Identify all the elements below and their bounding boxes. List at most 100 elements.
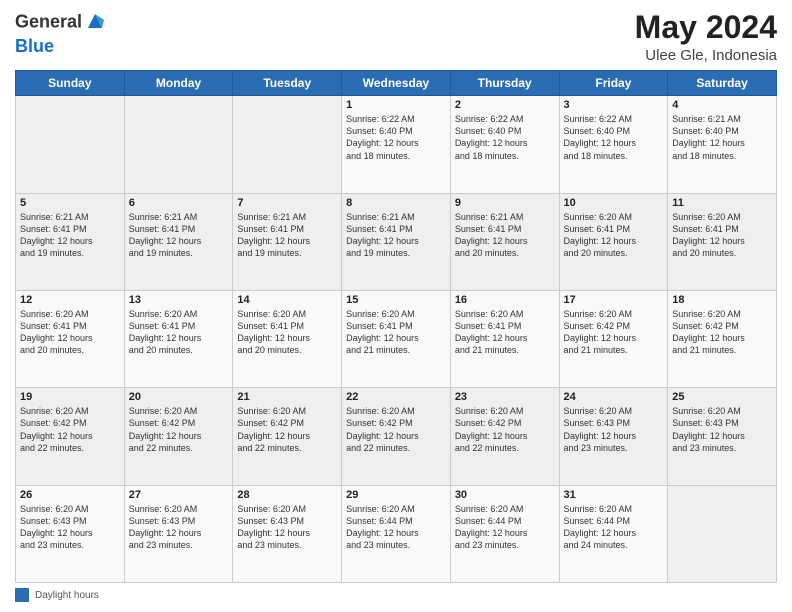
calendar-cell: 1 Sunrise: 6:22 AM Sunset: 6:40 PM Daylig… [342,96,451,193]
day-info: Sunrise: 6:21 AM Sunset: 6:41 PM Dayligh… [346,211,446,260]
day-info: Sunrise: 6:20 AM Sunset: 6:41 PM Dayligh… [129,308,229,357]
day-number: 3 [564,99,664,111]
day-number: 23 [455,391,555,403]
day-number: 1 [346,99,446,111]
day-number: 15 [346,294,446,306]
day-info: Sunrise: 6:20 AM Sunset: 6:42 PM Dayligh… [129,405,229,454]
day-number: 14 [237,294,337,306]
day-info: Sunrise: 6:20 AM Sunset: 6:42 PM Dayligh… [455,405,555,454]
calendar-week-row: 5 Sunrise: 6:21 AM Sunset: 6:41 PM Daylig… [16,193,777,290]
daylight-color-box [15,588,29,602]
day-info: Sunrise: 6:20 AM Sunset: 6:44 PM Dayligh… [346,503,446,552]
day-info: Sunrise: 6:20 AM Sunset: 6:42 PM Dayligh… [237,405,337,454]
day-number: 30 [455,489,555,501]
day-info: Sunrise: 6:22 AM Sunset: 6:40 PM Dayligh… [564,113,664,162]
day-info: Sunrise: 6:20 AM Sunset: 6:42 PM Dayligh… [564,308,664,357]
calendar-cell: 11Sunrise: 6:20 AM Sunset: 6:41 PM Dayli… [668,193,777,290]
calendar-cell: 27 Sunrise: 6:20 AM Sunset: 6:43 PM Dayli… [124,485,233,582]
day-number: 18 [672,294,772,306]
calendar-cell: 13 Sunrise: 6:20 AM Sunset: 6:41 PM Dayli… [124,290,233,387]
day-info: Sunrise: 6:20 AM Sunset: 6:43 PM Dayligh… [564,405,664,454]
logo: General Blue [15,10,106,56]
day-header: Tuesday [233,71,342,96]
day-number: 7 [237,197,337,209]
day-number: 31 [564,489,664,501]
calendar-cell: 15 Sunrise: 6:20 AM Sunset: 6:41 PM Dayli… [342,290,451,387]
calendar-week-row: 12 Sunrise: 6:20 AM Sunset: 6:41 PM Dayli… [16,290,777,387]
calendar-cell: 16 Sunrise: 6:20 AM Sunset: 6:41 PM Dayli… [450,290,559,387]
day-number: 21 [237,391,337,403]
day-info: Sunrise: 6:20 AM Sunset: 6:41 PM Dayligh… [455,308,555,357]
day-info: Sunrise: 6:20 AM Sunset: 6:41 PM Dayligh… [564,211,664,260]
calendar-week-row: 26Sunrise: 6:20 AM Sunset: 6:43 PM Dayli… [16,485,777,582]
calendar-cell: 28 Sunrise: 6:20 AM Sunset: 6:43 PM Dayli… [233,485,342,582]
calendar-cell: 26Sunrise: 6:20 AM Sunset: 6:43 PM Dayli… [16,485,125,582]
calendar-cell: 8Sunrise: 6:21 AM Sunset: 6:41 PM Daylig… [342,193,451,290]
day-number: 24 [564,391,664,403]
day-number: 13 [129,294,229,306]
calendar-cell: 30 Sunrise: 6:20 AM Sunset: 6:44 PM Dayli… [450,485,559,582]
day-number: 27 [129,489,229,501]
day-header: Sunday [16,71,125,96]
title-block: May 2024 Ulee Gle, Indonesia [635,10,777,64]
calendar-cell: 12 Sunrise: 6:20 AM Sunset: 6:41 PM Dayli… [16,290,125,387]
calendar-cell [16,96,125,193]
day-number: 6 [129,197,229,209]
day-info: Sunrise: 6:20 AM Sunset: 6:44 PM Dayligh… [564,503,664,552]
calendar-table: SundayMondayTuesdayWednesdayThursdayFrid… [15,70,777,583]
day-number: 29 [346,489,446,501]
calendar-week-row: 1 Sunrise: 6:22 AM Sunset: 6:40 PM Daylig… [16,96,777,193]
day-number: 17 [564,294,664,306]
location: Ulee Gle, Indonesia [635,47,777,64]
calendar-cell: 17 Sunrise: 6:20 AM Sunset: 6:42 PM Dayli… [559,290,668,387]
calendar-week-row: 19 Sunrise: 6:20 AM Sunset: 6:42 PM Dayli… [16,388,777,485]
day-info: Sunrise: 6:20 AM Sunset: 6:43 PM Dayligh… [129,503,229,552]
day-info: Sunrise: 6:20 AM Sunset: 6:41 PM Dayligh… [20,308,120,357]
day-number: 12 [20,294,120,306]
day-info: Sunrise: 6:20 AM Sunset: 6:41 PM Dayligh… [672,211,772,260]
day-number: 5 [20,197,120,209]
day-info: Sunrise: 6:20 AM Sunset: 6:43 PM Dayligh… [20,503,120,552]
calendar-cell: 9Sunrise: 6:21 AM Sunset: 6:41 PM Daylig… [450,193,559,290]
day-info: Sunrise: 6:22 AM Sunset: 6:40 PM Dayligh… [346,113,446,162]
calendar-cell: 20 Sunrise: 6:20 AM Sunset: 6:42 PM Dayli… [124,388,233,485]
day-info: Sunrise: 6:20 AM Sunset: 6:42 PM Dayligh… [672,308,772,357]
day-number: 16 [455,294,555,306]
day-info: Sunrise: 6:21 AM Sunset: 6:41 PM Dayligh… [237,211,337,260]
day-info: Sunrise: 6:20 AM Sunset: 6:42 PM Dayligh… [346,405,446,454]
day-header: Friday [559,71,668,96]
logo-general-text: General [15,12,82,32]
day-info: Sunrise: 6:20 AM Sunset: 6:41 PM Dayligh… [346,308,446,357]
calendar-cell: 6 Sunrise: 6:21 AM Sunset: 6:41 PM Daylig… [124,193,233,290]
footer-label: Daylight hours [35,590,99,601]
calendar-header-row: SundayMondayTuesdayWednesdayThursdayFrid… [16,71,777,96]
day-info: Sunrise: 6:20 AM Sunset: 6:43 PM Dayligh… [237,503,337,552]
calendar-cell: 25Sunrise: 6:20 AM Sunset: 6:43 PM Dayli… [668,388,777,485]
day-header: Wednesday [342,71,451,96]
day-number: 19 [20,391,120,403]
day-number: 28 [237,489,337,501]
day-info: Sunrise: 6:20 AM Sunset: 6:44 PM Dayligh… [455,503,555,552]
calendar-cell: 21 Sunrise: 6:20 AM Sunset: 6:42 PM Dayli… [233,388,342,485]
day-number: 25 [672,391,772,403]
calendar-cell: 22Sunrise: 6:20 AM Sunset: 6:42 PM Dayli… [342,388,451,485]
day-number: 2 [455,99,555,111]
calendar-cell: 3 Sunrise: 6:22 AM Sunset: 6:40 PM Daylig… [559,96,668,193]
day-info: Sunrise: 6:21 AM Sunset: 6:40 PM Dayligh… [672,113,772,162]
calendar-cell: 31 Sunrise: 6:20 AM Sunset: 6:44 PM Dayli… [559,485,668,582]
day-info: Sunrise: 6:20 AM Sunset: 6:41 PM Dayligh… [237,308,337,357]
footer: Daylight hours [15,588,777,602]
month-year: May 2024 [635,10,777,45]
calendar-cell: 5Sunrise: 6:21 AM Sunset: 6:41 PM Daylig… [16,193,125,290]
day-info: Sunrise: 6:22 AM Sunset: 6:40 PM Dayligh… [455,113,555,162]
day-info: Sunrise: 6:21 AM Sunset: 6:41 PM Dayligh… [455,211,555,260]
calendar-cell: 24 Sunrise: 6:20 AM Sunset: 6:43 PM Dayli… [559,388,668,485]
day-info: Sunrise: 6:21 AM Sunset: 6:41 PM Dayligh… [129,211,229,260]
calendar-cell: 2 Sunrise: 6:22 AM Sunset: 6:40 PM Daylig… [450,96,559,193]
day-number: 20 [129,391,229,403]
calendar-cell: 29 Sunrise: 6:20 AM Sunset: 6:44 PM Dayli… [342,485,451,582]
header: General Blue May 2024 Ulee Gle, Indonesi… [15,10,777,64]
day-number: 4 [672,99,772,111]
day-info: Sunrise: 6:20 AM Sunset: 6:42 PM Dayligh… [20,405,120,454]
calendar-cell: 18 Sunrise: 6:20 AM Sunset: 6:42 PM Dayli… [668,290,777,387]
